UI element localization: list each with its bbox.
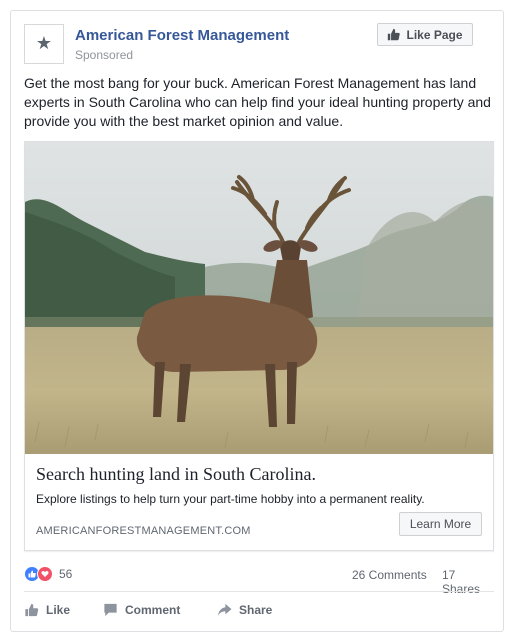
actions-divider: [24, 591, 494, 592]
like-page-button[interactable]: Like Page: [377, 23, 473, 46]
like-label: Like: [46, 603, 71, 617]
learn-more-button[interactable]: Learn More: [399, 512, 482, 536]
reactions-summary[interactable]: 56: [24, 566, 72, 582]
star-icon: ★: [35, 33, 53, 53]
comment-button[interactable]: Comment: [103, 595, 180, 625]
ad-description: Explore listings to help turn your part-…: [36, 492, 425, 506]
thumbs-up-icon: [25, 603, 39, 617]
like-page-label: Like Page: [406, 27, 463, 42]
sponsored-label[interactable]: Sponsored: [75, 48, 133, 62]
share-button[interactable]: Share: [217, 595, 272, 625]
sponsored-post-card: ★ American Forest Management Sponsored L…: [10, 10, 504, 632]
page-logo[interactable]: ★: [24, 24, 64, 64]
love-reaction-icon: [37, 566, 53, 582]
thumbs-up-icon: [388, 28, 401, 41]
post-actions: Like Comment Share: [24, 595, 494, 625]
like-button[interactable]: Like: [24, 595, 70, 625]
deer-image: [25, 142, 493, 454]
comments-count[interactable]: 26 Comments: [352, 568, 427, 582]
post-text: Get the most bang for your buck. America…: [24, 75, 491, 129]
share-label: Share: [239, 603, 273, 617]
share-icon: [217, 603, 232, 616]
page-name-link[interactable]: American Forest Management: [75, 27, 289, 44]
ad-headline[interactable]: Search hunting land in South Carolina.: [36, 464, 316, 485]
comment-label: Comment: [125, 603, 181, 617]
comment-icon: [104, 603, 117, 617]
post-stats: 56 26 Comments 17 Shares: [24, 564, 494, 596]
reaction-count: 56: [59, 567, 73, 581]
deer-photo[interactable]: [25, 142, 493, 454]
ad-domain: AMERICANFORESTMANAGEMENT.COM: [36, 525, 251, 537]
ad-attachment[interactable]: Search hunting land in South Carolina. E…: [24, 141, 494, 551]
